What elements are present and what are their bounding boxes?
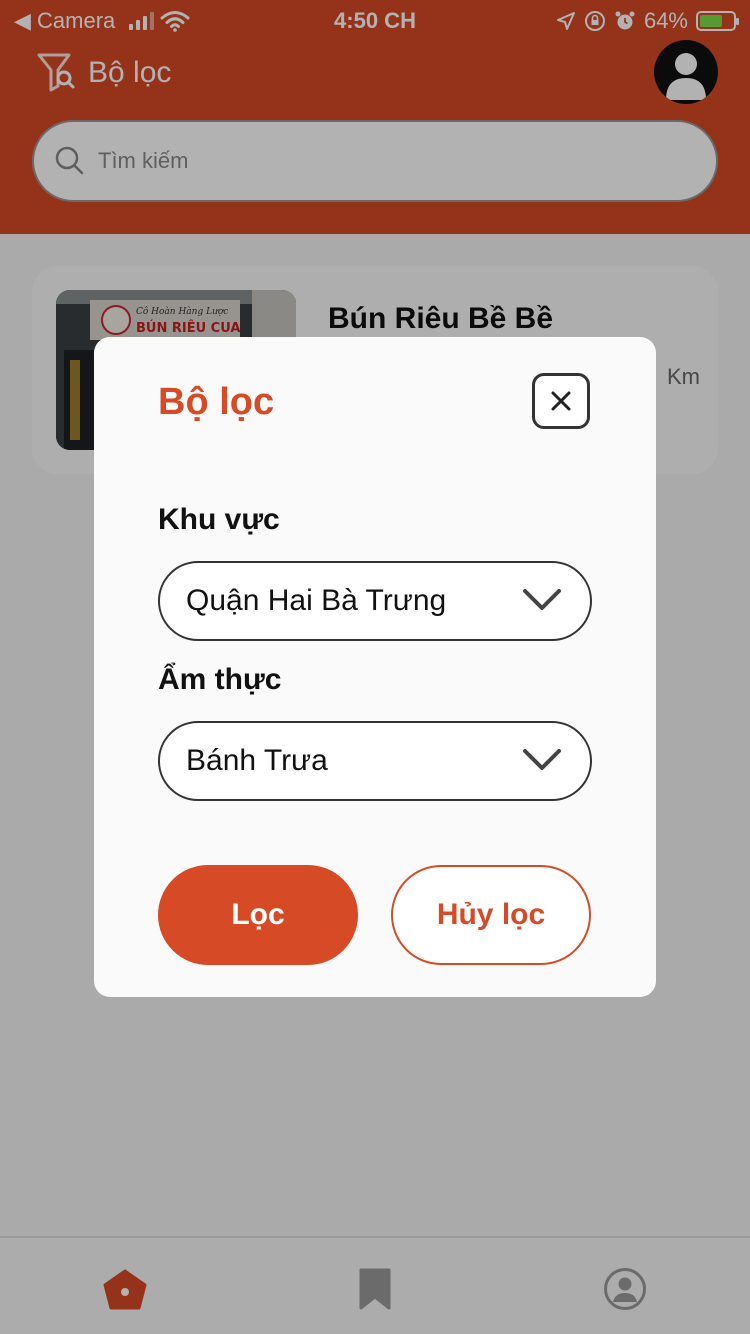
close-icon <box>551 391 571 411</box>
filter-modal: Bộ lọc Khu vực Quận Hai Bà Trưng Ẩm thực… <box>94 337 656 997</box>
chevron-down-icon <box>523 749 561 770</box>
cuisine-label: Ẩm thực <box>158 663 282 696</box>
apply-filter-button[interactable]: Lọc <box>158 865 358 965</box>
clear-filter-button[interactable]: Hủy lọc <box>391 865 591 965</box>
region-select-value: Quận Hai Bà Trưng <box>186 584 447 617</box>
close-button[interactable] <box>532 373 590 429</box>
cuisine-select-value: Bánh Trưa <box>186 744 328 777</box>
region-select[interactable]: Quận Hai Bà Trưng <box>158 561 592 641</box>
region-label: Khu vực <box>158 503 280 536</box>
modal-title: Bộ lọc <box>158 381 275 423</box>
chevron-down-icon <box>523 589 561 610</box>
cuisine-select[interactable]: Bánh Trưa <box>158 721 592 801</box>
